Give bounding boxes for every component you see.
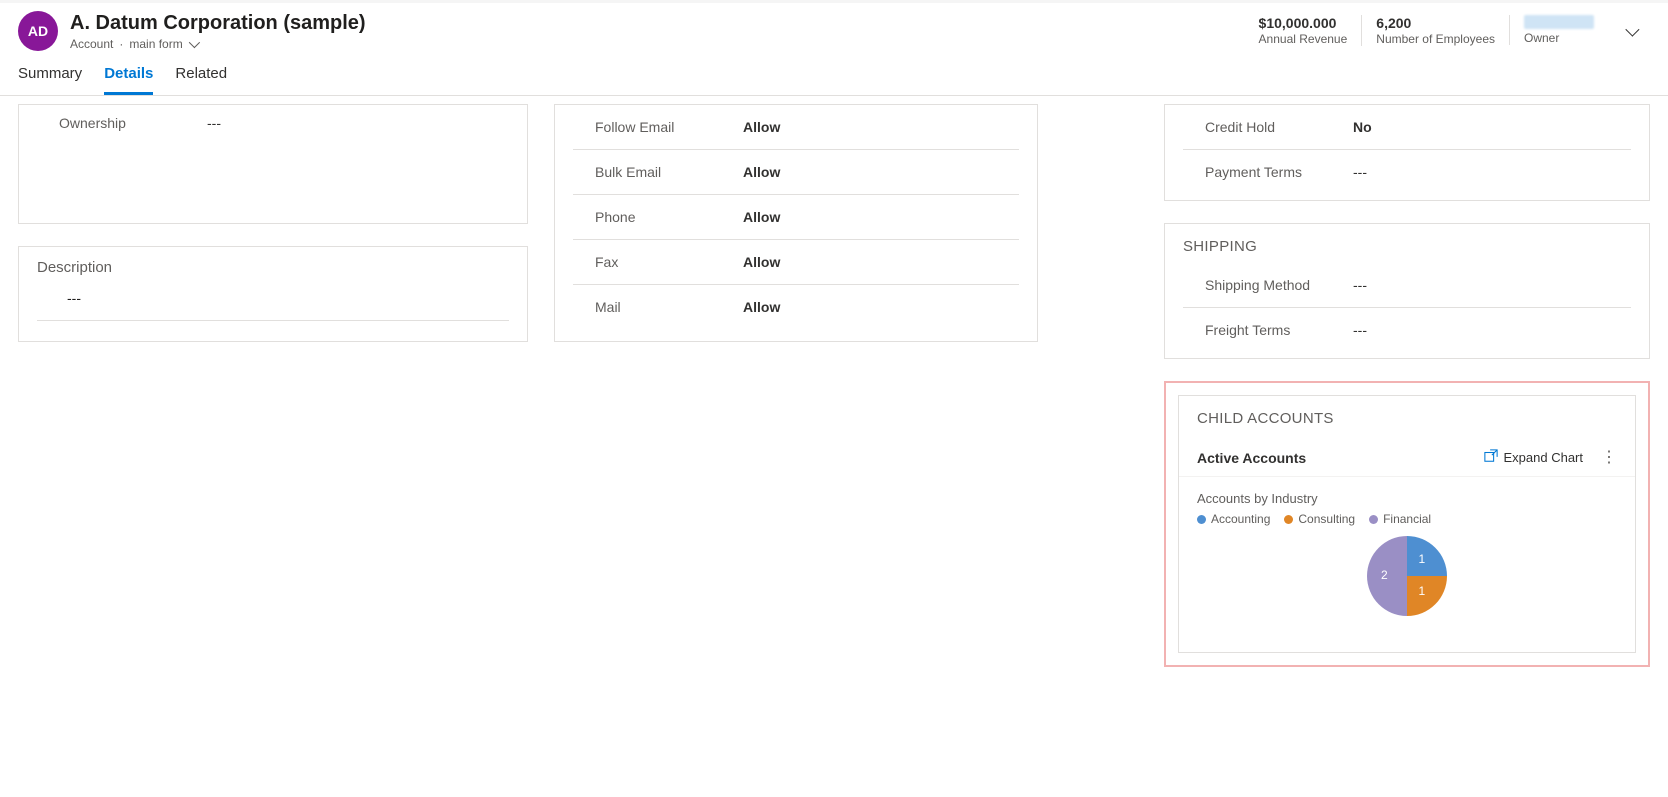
legend-item-financial: Financial: [1369, 512, 1431, 526]
stat-label: Owner: [1524, 31, 1594, 45]
field-label: Mail: [573, 299, 743, 315]
chevron-down-icon: [1625, 23, 1639, 37]
field-value: Allow: [743, 119, 780, 135]
description-field[interactable]: ---: [37, 282, 509, 321]
description-card: Description ---: [18, 246, 528, 342]
chart-area: Accounts by Industry Accounting Consulti…: [1179, 477, 1635, 652]
field-label: Fax: [573, 254, 743, 270]
form-label: main form: [129, 37, 182, 51]
stat-annual-revenue[interactable]: $10,000.000 Annual Revenue: [1245, 15, 1362, 46]
field-fax[interactable]: Fax Allow: [573, 240, 1019, 285]
field-label: Shipping Method: [1183, 277, 1353, 293]
tab-details[interactable]: Details: [104, 65, 153, 95]
contact-preferences-card: Follow Email Allow Bulk Email Allow Phon…: [554, 104, 1038, 342]
child-accounts-highlight: CHILD ACCOUNTS Active Accounts Expand Ch…: [1164, 381, 1650, 667]
header-stats: $10,000.000 Annual Revenue 6,200 Number …: [1245, 11, 1608, 46]
chart-legend: Accounting Consulting Financial: [1197, 512, 1617, 526]
field-label: Bulk Email: [573, 164, 743, 180]
child-accounts-subtitle: Active Accounts: [1197, 450, 1484, 466]
chart-title: Accounts by Industry: [1197, 491, 1617, 506]
child-accounts-section-title: CHILD ACCOUNTS: [1179, 396, 1635, 435]
field-phone[interactable]: Phone Allow: [573, 195, 1019, 240]
form-tabs: Summary Details Related: [0, 51, 1668, 96]
record-header: AD A. Datum Corporation (sample) Account…: [0, 3, 1668, 51]
field-value: ---: [207, 115, 221, 131]
field-value: No: [1353, 119, 1372, 135]
entity-label: Account: [70, 37, 113, 51]
legend-item-consulting: Consulting: [1284, 512, 1355, 526]
field-freight-terms[interactable]: Freight Terms ---: [1183, 308, 1631, 352]
company-info-card: Ownership ---: [18, 104, 528, 224]
field-label: Payment Terms: [1183, 164, 1353, 180]
pie-slice-label-consulting: 1: [1419, 584, 1426, 598]
record-title: A. Datum Corporation (sample): [70, 11, 366, 35]
legend-dot: [1197, 515, 1206, 524]
field-value: Allow: [743, 164, 780, 180]
stat-number-of-employees[interactable]: 6,200 Number of Employees: [1361, 15, 1509, 46]
stat-owner[interactable]: Owner: [1509, 15, 1608, 45]
field-value: ---: [1353, 277, 1367, 293]
legend-label: Consulting: [1298, 512, 1355, 526]
field-label: Ownership: [37, 115, 207, 131]
field-label: Follow Email: [573, 119, 743, 135]
field-payment-terms[interactable]: Payment Terms ---: [1183, 150, 1631, 194]
expand-chart-button[interactable]: Expand Chart: [1484, 449, 1584, 466]
tab-related[interactable]: Related: [175, 65, 227, 95]
field-label: Freight Terms: [1183, 322, 1353, 338]
pie-slice-label-accounting: 1: [1419, 552, 1426, 566]
stat-label: Number of Employees: [1376, 32, 1495, 46]
child-accounts-card: CHILD ACCOUNTS Active Accounts Expand Ch…: [1178, 395, 1636, 653]
billing-card: Credit Hold No Payment Terms ---: [1164, 104, 1650, 201]
field-label: Credit Hold: [1183, 119, 1353, 135]
more-menu-button[interactable]: ⋮: [1601, 450, 1617, 466]
owner-value-redacted: [1524, 15, 1594, 29]
field-bulk-email[interactable]: Bulk Email Allow: [573, 150, 1019, 195]
stat-value: $10,000.000: [1259, 15, 1348, 31]
legend-dot: [1284, 515, 1293, 524]
header-expand-button[interactable]: [1608, 23, 1650, 39]
field-credit-hold[interactable]: Credit Hold No: [1183, 105, 1631, 150]
shipping-section-title: SHIPPING: [1165, 224, 1649, 263]
avatar: AD: [18, 11, 58, 51]
field-shipping-method[interactable]: Shipping Method ---: [1183, 263, 1631, 308]
field-label: Phone: [573, 209, 743, 225]
chevron-down-icon: [188, 37, 199, 48]
field-value: Allow: [743, 209, 780, 225]
stat-label: Annual Revenue: [1259, 32, 1348, 46]
stat-value: 6,200: [1376, 15, 1495, 31]
field-mail[interactable]: Mail Allow: [573, 285, 1019, 329]
form-selector[interactable]: main form: [129, 37, 196, 51]
shipping-card: SHIPPING Shipping Method --- Freight Ter…: [1164, 223, 1650, 359]
field-value: Allow: [743, 299, 780, 315]
legend-dot: [1369, 515, 1378, 524]
field-value: ---: [1353, 322, 1367, 338]
pie-slice-label-financial: 2: [1381, 568, 1388, 582]
field-follow-email[interactable]: Follow Email Allow: [573, 105, 1019, 150]
expand-icon: [1484, 449, 1498, 466]
field-ownership[interactable]: Ownership ---: [37, 105, 509, 149]
tab-summary[interactable]: Summary: [18, 65, 82, 95]
field-value: Allow: [743, 254, 780, 270]
legend-label: Accounting: [1211, 512, 1270, 526]
expand-chart-label: Expand Chart: [1504, 450, 1584, 465]
legend-label: Financial: [1383, 512, 1431, 526]
legend-item-accounting: Accounting: [1197, 512, 1270, 526]
description-title: Description: [37, 259, 509, 276]
field-value: ---: [1353, 164, 1367, 180]
pie-chart[interactable]: [1367, 536, 1447, 616]
